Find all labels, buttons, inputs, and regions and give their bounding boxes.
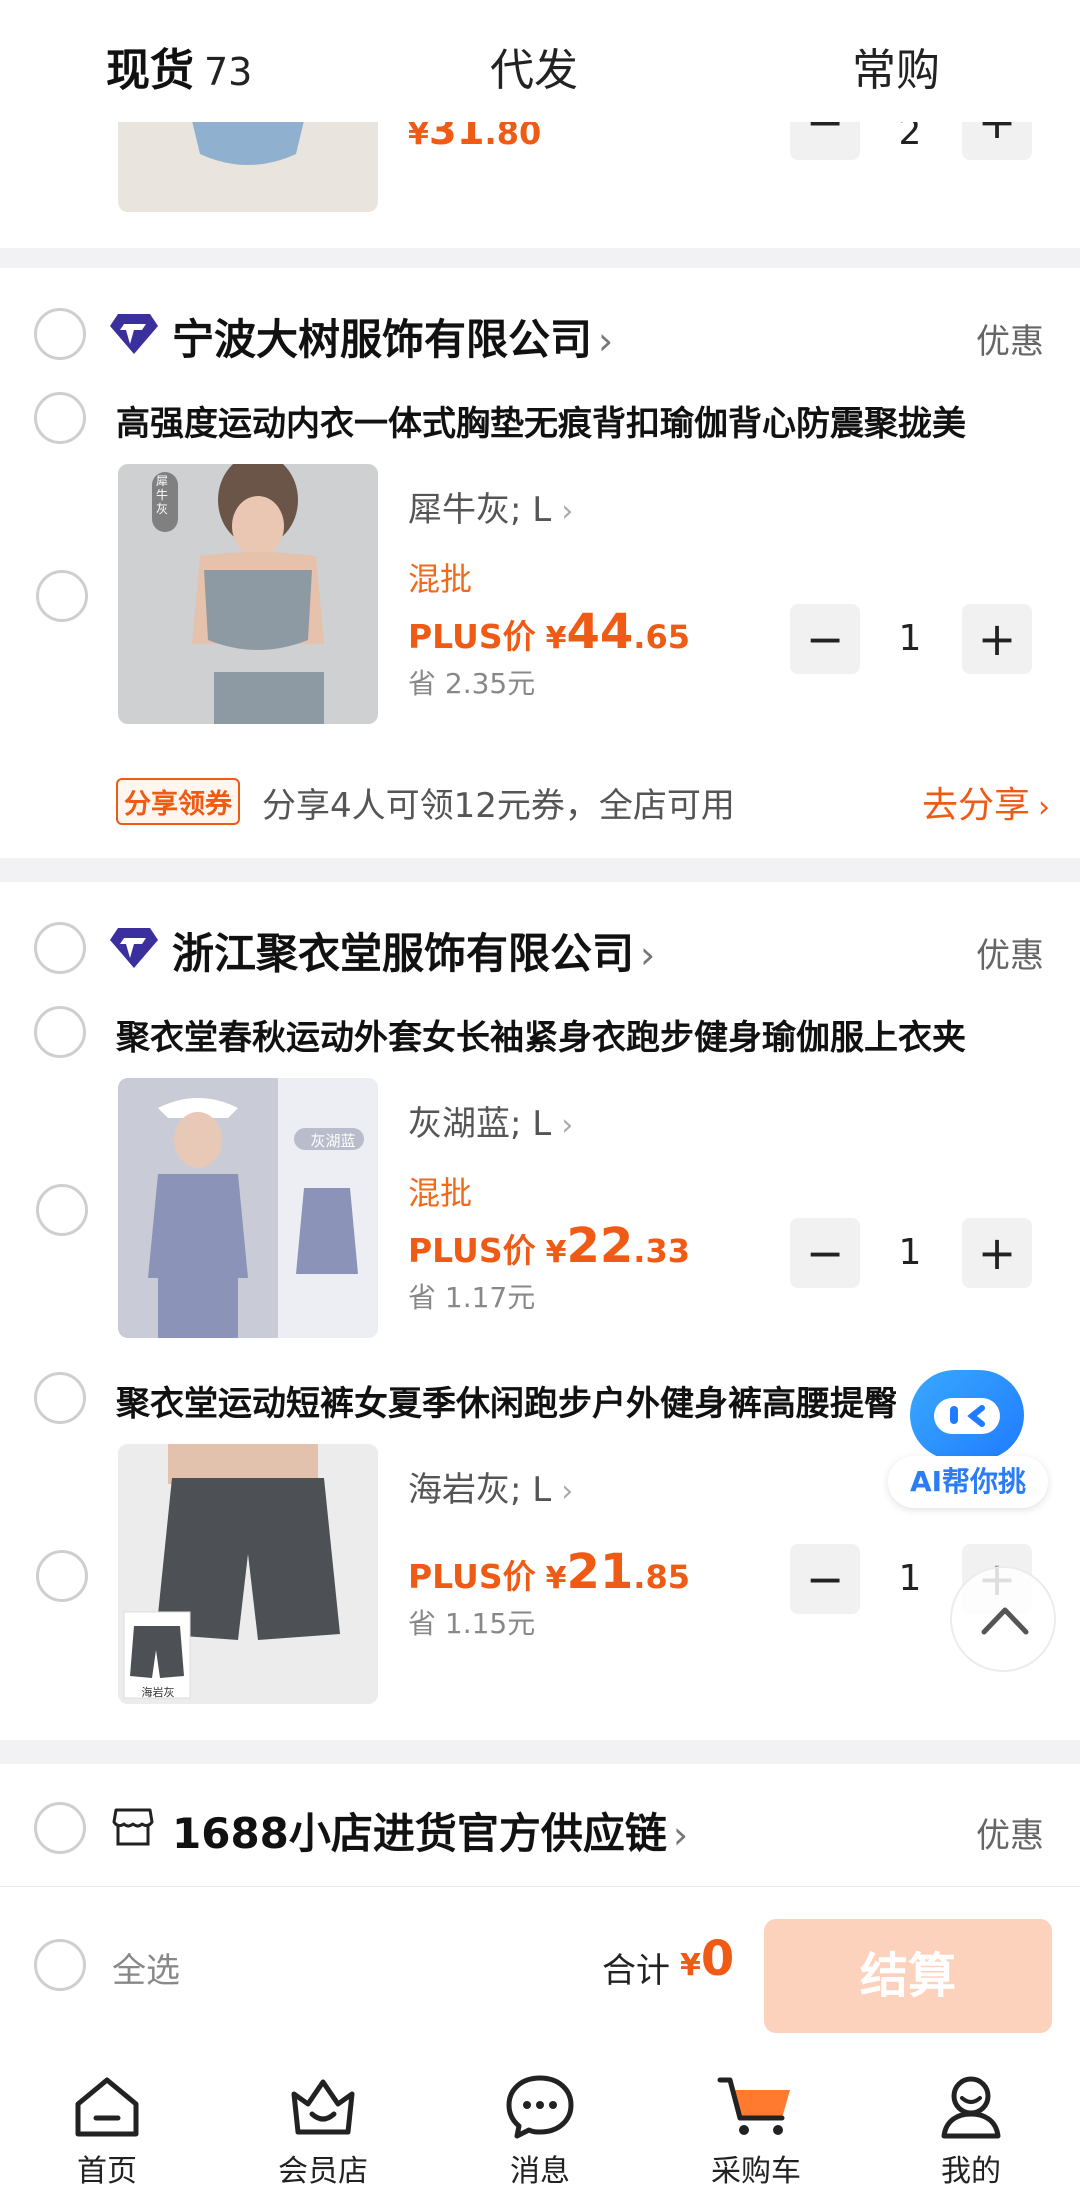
chevron-right-icon: › bbox=[672, 1813, 689, 1857]
tab-in-stock-label: 现货 bbox=[106, 45, 194, 96]
shop-card: 1688小店进货官方供应链 › 优惠 bbox=[0, 1764, 1080, 1894]
mix-batch-label: 混批 bbox=[408, 1174, 473, 1212]
shop-select-radio[interactable] bbox=[34, 308, 86, 360]
select-all-radio[interactable] bbox=[34, 1939, 86, 1991]
product-thumbnail[interactable]: 犀牛灰 bbox=[118, 464, 378, 724]
sku-select-radio[interactable] bbox=[36, 570, 88, 622]
shop-name[interactable]: 浙江聚衣堂服饰有限公司 › bbox=[172, 920, 655, 981]
shop-diamond-icon bbox=[110, 314, 158, 354]
qty-decrease-button[interactable]: − bbox=[790, 1544, 860, 1614]
nav-member-store-label: 会员店 bbox=[278, 2154, 368, 2189]
qty-decrease-button[interactable]: − bbox=[790, 1218, 860, 1288]
chevron-right-icon: › bbox=[561, 1474, 574, 1509]
mix-batch-label: 混批 bbox=[408, 560, 473, 598]
shorts-image bbox=[118, 1444, 378, 1704]
thumbnail-color-tag: 灰湖蓝 bbox=[310, 1132, 356, 1150]
item-select-radio[interactable] bbox=[34, 392, 86, 444]
product-title[interactable]: 聚衣堂春秋运动外套女长袖紧身衣跑步健身瑜伽服上衣夹 bbox=[116, 1010, 1048, 1059]
tab-frequent[interactable]: 常购 bbox=[852, 34, 940, 98]
ai-helper-float[interactable]: AI帮你挑 bbox=[888, 1370, 1048, 1520]
chevron-right-icon: › bbox=[1038, 790, 1050, 825]
sku-select-radio[interactable] bbox=[36, 1184, 88, 1236]
chevron-right-icon: › bbox=[598, 319, 614, 363]
plus-price: PLUS价 ¥44.65 bbox=[408, 604, 690, 660]
member-store-icon bbox=[291, 2079, 355, 2135]
scroll-to-top-button[interactable] bbox=[950, 1566, 1056, 1672]
total-amount: ¥0 bbox=[680, 1931, 735, 1987]
nav-home-label: 首页 bbox=[77, 2154, 137, 2189]
nav-home[interactable]: 首页 bbox=[32, 2074, 182, 2190]
nav-messages[interactable]: 消息 bbox=[465, 2074, 615, 2190]
tab-in-stock-count: 73 bbox=[204, 50, 253, 94]
sku-spec-selector[interactable]: 犀牛灰; L › bbox=[408, 482, 573, 531]
ai-helper-icon bbox=[910, 1370, 1024, 1460]
share-coupon-badge: 分享领券 bbox=[116, 778, 240, 825]
shop-card: 宁波大树服饰有限公司 › 优惠 高强度运动内衣一体式胸垫无痕背扣瑜伽背心防震聚拢美… bbox=[0, 268, 1080, 858]
shop-promo-button[interactable]: 优惠 bbox=[976, 1808, 1044, 1857]
share-coupon-text: 分享4人可领12元券，全店可用 bbox=[262, 786, 735, 826]
plus-price: PLUS价 ¥21.85 bbox=[408, 1544, 690, 1600]
savings-text: 省 1.15元 bbox=[408, 1607, 536, 1640]
nav-cart-label: 采购车 bbox=[711, 2154, 801, 2189]
settle-button[interactable]: 结算 bbox=[764, 1919, 1052, 2033]
chevron-right-icon: › bbox=[561, 1108, 574, 1143]
select-all-label[interactable]: 全选 bbox=[112, 1943, 180, 1992]
item-select-radio[interactable] bbox=[34, 1006, 86, 1058]
checkout-bar: 全选 合计 ¥0 结算 bbox=[0, 1886, 1080, 2046]
qty-increase-button[interactable]: + bbox=[962, 1218, 1032, 1288]
thumbnail-color-tag: 海岩灰 bbox=[141, 1686, 175, 1699]
tab-dropship[interactable]: 代发 bbox=[490, 34, 578, 98]
message-icon bbox=[506, 2075, 574, 2139]
product-title[interactable]: 高强度运动内衣一体式胸垫无痕背扣瑜伽背心防震聚拢美 bbox=[116, 396, 1048, 445]
nav-cart[interactable]: 采购车 bbox=[681, 2074, 831, 2190]
savings-text: 省 1.17元 bbox=[408, 1281, 536, 1314]
shop-promo-button[interactable]: 优惠 bbox=[976, 314, 1044, 363]
chevron-right-icon: › bbox=[640, 933, 656, 977]
product-thumbnail[interactable]: 灰湖蓝 bbox=[118, 1078, 378, 1338]
qty-value: 1 bbox=[898, 1232, 922, 1273]
shop-card: 浙江聚衣堂服饰有限公司 › 优惠 聚衣堂春秋运动外套女长袖紧身衣跑步健身瑜伽服上衣… bbox=[0, 882, 1080, 1740]
cart-icon bbox=[717, 2077, 790, 2135]
bottom-nav: 首页 会员店 消息 采购车 我的 bbox=[0, 2046, 1080, 2210]
nav-profile[interactable]: 我的 bbox=[896, 2074, 1046, 2190]
qty-decrease-button[interactable]: − bbox=[790, 604, 860, 674]
sku-select-radio[interactable] bbox=[36, 1550, 88, 1602]
product-thumbnail[interactable]: 海岩灰 bbox=[118, 1444, 378, 1704]
chevron-up-icon bbox=[981, 1607, 1029, 1635]
chevron-right-icon: › bbox=[561, 494, 574, 529]
tab-frequent-label: 常购 bbox=[852, 45, 940, 96]
product-title[interactable]: 聚衣堂运动短裤女夏季休闲跑步户外健身裤高腰提臀瑜伽家 bbox=[116, 1376, 896, 1425]
ai-helper-label: AI帮你挑 bbox=[888, 1456, 1048, 1508]
savings-text: 省 2.35元 bbox=[408, 667, 536, 700]
shop-name[interactable]: 1688小店进货官方供应链 › bbox=[172, 1800, 688, 1861]
qty-value: 1 bbox=[898, 1558, 922, 1599]
shop-select-radio[interactable] bbox=[34, 1802, 86, 1854]
item-select-radio[interactable] bbox=[34, 1372, 86, 1424]
sku-spec-selector[interactable]: 灰湖蓝; L › bbox=[408, 1096, 573, 1145]
plus-price: PLUS价 ¥22.33 bbox=[408, 1218, 690, 1274]
qty-value: 1 bbox=[898, 618, 922, 659]
thumbnail-color-tag: 犀牛灰 bbox=[156, 474, 169, 516]
tab-dropship-label: 代发 bbox=[490, 45, 578, 96]
shop-promo-button[interactable]: 优惠 bbox=[976, 928, 1044, 977]
profile-icon bbox=[941, 2076, 1001, 2139]
go-share-link[interactable]: 去分享 › bbox=[922, 776, 1050, 828]
shop-diamond-icon bbox=[110, 928, 158, 968]
nav-profile-label: 我的 bbox=[941, 2154, 1001, 2189]
jacket-image bbox=[118, 1078, 378, 1338]
top-tab-bar: 现货 73 代发 常购 bbox=[0, 0, 1080, 122]
shop-name[interactable]: 宁波大树服饰有限公司 › bbox=[172, 306, 613, 367]
sku-spec-selector[interactable]: 海岩灰; L › bbox=[408, 1462, 573, 1511]
total-label: 合计 bbox=[602, 1951, 670, 1991]
shop-select-radio[interactable] bbox=[34, 922, 86, 974]
nav-messages-label: 消息 bbox=[510, 2154, 570, 2189]
tab-in-stock[interactable]: 现货 73 bbox=[106, 34, 252, 98]
home-icon bbox=[75, 2077, 139, 2137]
store-icon bbox=[112, 1808, 154, 1846]
qty-increase-button[interactable]: + bbox=[962, 604, 1032, 674]
nav-member-store[interactable]: 会员店 bbox=[248, 2074, 398, 2190]
